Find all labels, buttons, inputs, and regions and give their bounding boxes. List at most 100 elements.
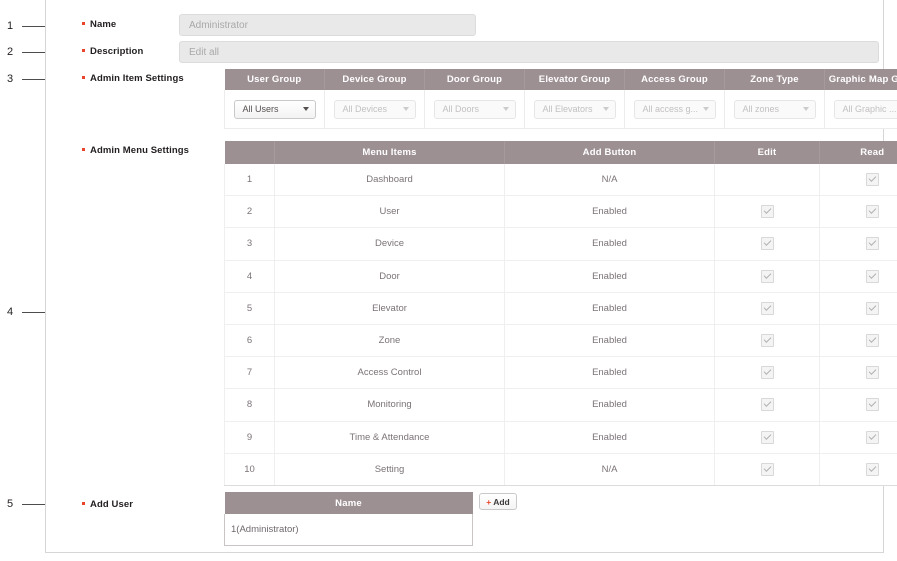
admin-item-settings-label: Admin Item Settings — [82, 73, 184, 85]
table-row: 9 Time & Attendance Enabled — [224, 421, 897, 454]
read-checkbox[interactable] — [865, 237, 879, 251]
menu-row-name: User — [274, 195, 505, 229]
column-header-door-group: Door Group — [424, 69, 525, 90]
table-row: 3 Device Enabled — [224, 227, 897, 261]
menu-row-edit-cell — [714, 324, 820, 358]
menu-row-read-cell — [819, 195, 897, 229]
required-bullet-icon — [82, 76, 85, 79]
column-header-user-group: User Group — [224, 69, 325, 90]
read-checkbox[interactable] — [865, 205, 879, 219]
read-checkbox[interactable] — [865, 334, 879, 348]
menu-row-name: Elevator — [274, 292, 505, 325]
edit-checkbox[interactable] — [760, 334, 774, 348]
table-row: 7 Access Control Enabled — [224, 356, 897, 390]
name-input[interactable]: Administrator — [179, 14, 476, 36]
callout-number: 1 — [7, 20, 14, 32]
menu-row-index: 9 — [224, 421, 275, 454]
table-row: 6 Zone Enabled — [224, 324, 897, 358]
table-row: 1 Dashboard N/A — [224, 164, 897, 197]
column-header-edit: Edit — [714, 141, 820, 164]
read-checkbox[interactable] — [865, 173, 879, 187]
add-user-label-text: Add User — [90, 499, 134, 510]
menu-row-name: Setting — [274, 453, 505, 486]
menu-row-index: 6 — [224, 324, 275, 358]
read-checkbox[interactable] — [865, 366, 879, 380]
menu-row-index: 5 — [224, 292, 275, 325]
add-user-table: Name 1(Administrator) — [224, 492, 473, 546]
admin-menu-settings-label-text: Admin Menu Settings — [90, 145, 190, 156]
menu-row-name: Device — [274, 227, 505, 261]
admin-menu-settings-table: Menu Items Add Button Edit Read 1 Dashboa… — [224, 141, 897, 486]
edit-checkbox[interactable] — [760, 205, 774, 219]
menu-row-read-cell — [819, 421, 897, 454]
menu-row-read-cell — [819, 292, 897, 325]
edit-checkbox[interactable] — [760, 366, 774, 380]
admin-settings-panel: Name Administrator Description Edit all … — [45, 0, 897, 553]
name-input-value: Administrator — [189, 19, 248, 31]
description-input-value: Edit all — [189, 46, 220, 58]
menu-row-edit-cell — [714, 453, 820, 486]
menu-row-index: 3 — [224, 227, 275, 261]
menu-row-read-cell — [819, 324, 897, 358]
menu-row-read-cell — [819, 227, 897, 261]
column-header-elevator-group: Elevator Group — [524, 69, 625, 90]
read-checkbox[interactable] — [865, 462, 879, 476]
device-group-cell: All Devices — [324, 90, 425, 129]
menu-row-edit-cell — [714, 356, 820, 390]
description-input[interactable]: Edit all — [179, 41, 879, 63]
description-label-text: Description — [90, 46, 144, 57]
add-user-label: Add User — [82, 499, 133, 511]
add-user-button[interactable]: + Add — [479, 493, 517, 510]
chevron-down-icon — [802, 107, 809, 111]
table-header-row: User Group Device Group Door Group Eleva… — [224, 69, 897, 90]
edit-checkbox[interactable] — [760, 269, 774, 283]
graphic-map-group-dropdown[interactable]: All Graphic ... — [833, 99, 897, 119]
edit-checkbox[interactable] — [760, 462, 774, 476]
edit-checkbox[interactable] — [760, 430, 774, 444]
menu-row-edit-cell — [714, 260, 820, 293]
read-checkbox[interactable] — [865, 269, 879, 283]
required-bullet-icon — [82, 22, 85, 25]
device-group-dropdown[interactable]: All Devices — [333, 99, 416, 119]
access-group-dropdown-value: All access g... — [642, 104, 699, 114]
read-checkbox[interactable] — [865, 430, 879, 444]
menu-row-edit-cell — [714, 292, 820, 325]
access-group-dropdown[interactable]: All access g... — [633, 99, 716, 119]
menu-row-index: 4 — [224, 260, 275, 293]
menu-row-add-button-status: Enabled — [504, 292, 715, 325]
list-item[interactable]: 1(Administrator) — [224, 514, 473, 546]
column-header-menu-items: Menu Items — [274, 141, 505, 164]
menu-row-index: 10 — [224, 453, 275, 486]
admin-item-settings-label-text: Admin Item Settings — [90, 73, 184, 84]
callout-number: 5 — [7, 498, 14, 510]
menu-row-add-button-status: N/A — [504, 453, 715, 486]
menu-row-read-cell — [819, 356, 897, 390]
menu-row-name: Access Control — [274, 356, 505, 390]
edit-checkbox[interactable] — [760, 398, 774, 412]
menu-row-read-cell — [819, 164, 897, 197]
read-checkbox[interactable] — [865, 398, 879, 412]
elevator-group-dropdown[interactable]: All Elevators — [533, 99, 616, 119]
column-header-add-button: Add Button — [504, 141, 715, 164]
read-checkbox[interactable] — [865, 301, 879, 315]
chevron-down-icon — [402, 107, 409, 111]
add-user-name-cell: 1(Administrator) — [224, 514, 473, 546]
user-group-dropdown[interactable]: All Users — [233, 99, 316, 119]
door-group-dropdown[interactable]: All Doors — [433, 99, 516, 119]
zone-type-cell: All zones — [724, 90, 825, 129]
required-bullet-icon — [82, 502, 85, 505]
elevator-group-cell: All Elevators — [524, 90, 625, 129]
callout-number: 3 — [7, 73, 14, 85]
admin-menu-settings-label: Admin Menu Settings — [82, 145, 189, 157]
menu-row-add-button-status: Enabled — [504, 227, 715, 261]
required-bullet-icon — [82, 148, 85, 151]
menu-row-edit-cell — [714, 227, 820, 261]
edit-checkbox[interactable] — [760, 237, 774, 251]
device-group-dropdown-value: All Devices — [342, 104, 388, 114]
edit-checkbox[interactable] — [760, 301, 774, 315]
table-header-row: Name — [224, 492, 473, 514]
menu-row-add-button-status: Enabled — [504, 388, 715, 422]
menu-row-index: 7 — [224, 356, 275, 390]
zone-type-dropdown[interactable]: All zones — [733, 99, 816, 119]
menu-row-add-button-status: Enabled — [504, 324, 715, 358]
